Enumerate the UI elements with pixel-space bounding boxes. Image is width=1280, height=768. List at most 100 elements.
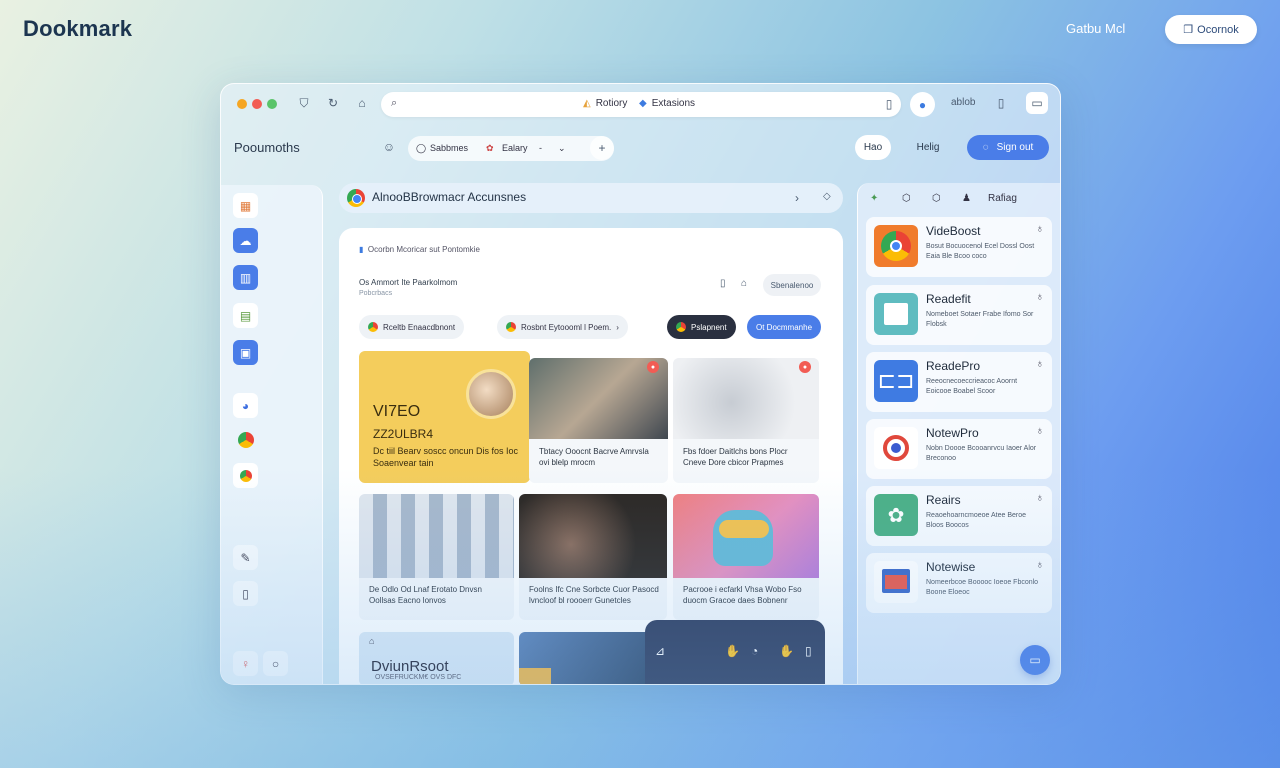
window-dot-green[interactable] — [267, 99, 277, 109]
pin-icon[interactable]: ▯ — [233, 581, 258, 606]
chip-1[interactable]: Rceltb Enaacdbnont — [359, 315, 465, 339]
add-icon[interactable]: + — [590, 136, 614, 160]
bot-icon[interactable]: ☺ — [382, 140, 396, 154]
readepro-icon: ⊏⊐ — [874, 360, 918, 402]
profile-icon[interactable]: ● — [910, 92, 935, 117]
edit-icon[interactable]: ⊿ — [655, 644, 665, 658]
header-button-a[interactable]: Hao — [855, 135, 891, 160]
subtab-group: ◯ Sabbmes ✿ Ealary - ⌄ — [408, 136, 614, 161]
extension-card[interactable]: VideBoost Bosut Bocuocenol Ecel Dossl Oo… — [866, 217, 1052, 277]
pin-icon[interactable]: ♁ — [1036, 223, 1044, 235]
content-card[interactable]: ● Fbs fdoer Daitlchs bons Plocr Cneve Do… — [673, 358, 819, 483]
more-icon[interactable]: ▯ — [805, 644, 812, 658]
puzzle-icon[interactable]: ✦ — [870, 193, 878, 204]
page-title: Pooumoths — [234, 140, 300, 155]
tools-icon[interactable]: ✎ — [233, 545, 258, 570]
chat-box-icon[interactable]: ▣ — [233, 340, 258, 365]
content-card[interactable]: ⌂ DviunRsoot OVSEFRUCKM€ OVS DFC — [359, 632, 514, 684]
videoboost-icon — [874, 225, 918, 267]
save-button[interactable]: Sbenalenoo — [763, 274, 821, 296]
gallery-thumbnail — [359, 494, 514, 578]
lock-icon: ▯ — [885, 97, 893, 111]
address-bar[interactable]: ⌕ ◭ Rotiory ◆ Extasions ▯ — [381, 92, 901, 117]
window-right-label[interactable]: ablob — [951, 97, 975, 108]
book-icon[interactable]: ▥ — [233, 265, 258, 290]
extension-card[interactable]: Readefit Nomeboet Sotaer Frabe Ifomo Sor… — [866, 285, 1052, 345]
top-action-label: Ocornok — [1197, 23, 1239, 36]
extension-card[interactable]: NotewPro Nobn Doooe Bcooanrvcu Iaoer Alo… — [866, 419, 1052, 479]
content-card[interactable]: De Odlo Od Lnaf Erotato Dnvsn Oollsas Ea… — [359, 494, 514, 620]
shield-small-icon[interactable]: ⬡ — [902, 193, 911, 204]
extensions-panel: ✦ ⬡ ⬡ ♟ Rafiag VideBoost Bosut Bocuoceno… — [857, 183, 1060, 684]
note-icon[interactable]: ▯ — [720, 278, 726, 289]
hand-icon[interactable]: ✋ — [725, 644, 740, 658]
top-nav-link[interactable]: Gatbu Mcl — [1066, 21, 1125, 36]
app-icon[interactable] — [233, 463, 258, 488]
pin-icon[interactable]: ♁ — [1036, 291, 1044, 303]
video-date: ZZ2ULBR4 — [373, 427, 434, 441]
user-icon[interactable]: ♟ — [962, 193, 971, 204]
content-card[interactable]: ● Tbtacy Ooocnt Bacrve Amrvsla ovi blelp… — [529, 358, 668, 483]
pin-icon[interactable]: ♁ — [1036, 425, 1044, 437]
extension-card[interactable]: ✿ Reairs Reaoehoarncmoeoe Atee Beroe Blo… — [866, 486, 1052, 546]
browser-window: ⛉ ↻ ⌂ ⌕ ◭ Rotiory ◆ Extasions ▯ ● ablob … — [220, 83, 1061, 685]
extension-card[interactable]: ⊏⊐ ReadePro Reeocnecoeccrieacoc Aoornt E… — [866, 352, 1052, 412]
header-button-b[interactable]: Helig — [905, 135, 951, 160]
media-controls: ⊿ ✋ ◔ ✋ ▯ — [645, 620, 825, 684]
extensions-icon: ◆ — [639, 98, 647, 109]
refresh-icon[interactable]: ↻ — [326, 96, 340, 110]
extensions-tab[interactable]: ◆ Extasions — [639, 98, 695, 109]
home-icon[interactable]: ⌂ — [355, 96, 369, 110]
chart-icon: ⌂ — [369, 636, 375, 646]
copy-icon[interactable]: ▯ — [995, 96, 1007, 110]
card-title: DviunRsoot — [371, 658, 449, 675]
sign-out-button[interactable]: ◌ Sign out — [967, 135, 1049, 160]
discord-icon[interactable]: ◕ — [233, 393, 258, 418]
shield-icon[interactable]: ⛉ — [297, 96, 311, 110]
tab-search-bar[interactable]: AlnooBBrowmacr Accunsnes › ◇ — [339, 183, 843, 213]
diamond-icon[interactable]: ◇ — [823, 191, 831, 202]
chip-3[interactable]: Pslapnent — [667, 315, 736, 339]
dash-icon: - — [539, 143, 542, 153]
extension-card[interactable]: Notewise Nomeerbcoe Booooc Ioeoe Fbconlo… — [866, 553, 1052, 613]
pin-icon[interactable]: ♁ — [1036, 492, 1044, 504]
chevron-down-icon[interactable]: ⌄ — [558, 143, 566, 154]
video-thumbnail — [466, 369, 516, 419]
panel-label[interactable]: Rafiag — [988, 193, 1017, 204]
video-desc: Dc tiil Bearv soscc oncun Dis fos Ioc So… — [373, 446, 519, 468]
content-card[interactable]: Foolns Ifc Cne Sorbcte Cuor Pasocd lvncl… — [519, 494, 667, 620]
cursor-icon[interactable]: ✋ — [779, 644, 794, 658]
chat-icon: ◌ — [982, 142, 989, 153]
pin-icon[interactable]: ♁ — [1036, 358, 1044, 370]
window-dot-red[interactable] — [252, 99, 262, 109]
top-action-button[interactable]: ❐ Ocornok — [1165, 15, 1257, 44]
subtab-1[interactable]: Sabbmes — [430, 143, 468, 153]
chevron-icon: › — [616, 322, 619, 332]
content-card[interactable]: Pacrooe i ecfarkl Vhsa Wobo Fso duocm Gr… — [673, 494, 819, 620]
chip-4[interactable]: Ot Docmmanhe — [747, 315, 822, 339]
circle-icon[interactable]: ○ — [263, 651, 288, 676]
window-dot-yellow[interactable] — [237, 99, 247, 109]
doc-heading: Os Ammort Ite Paarkolmom — [359, 278, 458, 287]
chat-fab-button[interactable]: ▭ — [1020, 645, 1050, 675]
doc-icon: ▮ — [359, 245, 364, 254]
video-card[interactable]: VI7EO ZZ2ULBR4 Dc tiil Bearv soscc oncun… — [359, 351, 530, 483]
gear-icon[interactable]: ⬡ — [932, 193, 941, 204]
message-icon: ◯ — [416, 143, 427, 153]
toy-thumbnail — [673, 494, 819, 578]
badge-icon: ● — [647, 361, 659, 373]
photos-icon[interactable]: ▦ — [233, 193, 258, 218]
menu-icon[interactable]: ▭ — [1026, 92, 1048, 114]
cloud-icon[interactable]: ☁ — [233, 228, 258, 253]
pin-icon[interactable]: ♁ — [1036, 559, 1044, 571]
chip-2[interactable]: Rosbnt Eytoooml l Poem. › — [497, 315, 628, 339]
grid-icon[interactable]: ▤ — [233, 303, 258, 328]
subtab-2[interactable]: Ealary — [502, 143, 528, 153]
tab-search-text: AlnooBBrowmacr Accunsnes — [372, 190, 527, 204]
history-tab[interactable]: ◭ Rotiory — [583, 98, 627, 109]
chevron-right-icon[interactable]: › — [795, 191, 799, 205]
timer-icon[interactable]: ◔ — [751, 644, 758, 658]
chrome-icon[interactable] — [233, 427, 258, 452]
bulb-icon[interactable]: ♀ — [233, 651, 258, 676]
lock-small-icon[interactable]: ⌂ — [741, 278, 747, 289]
